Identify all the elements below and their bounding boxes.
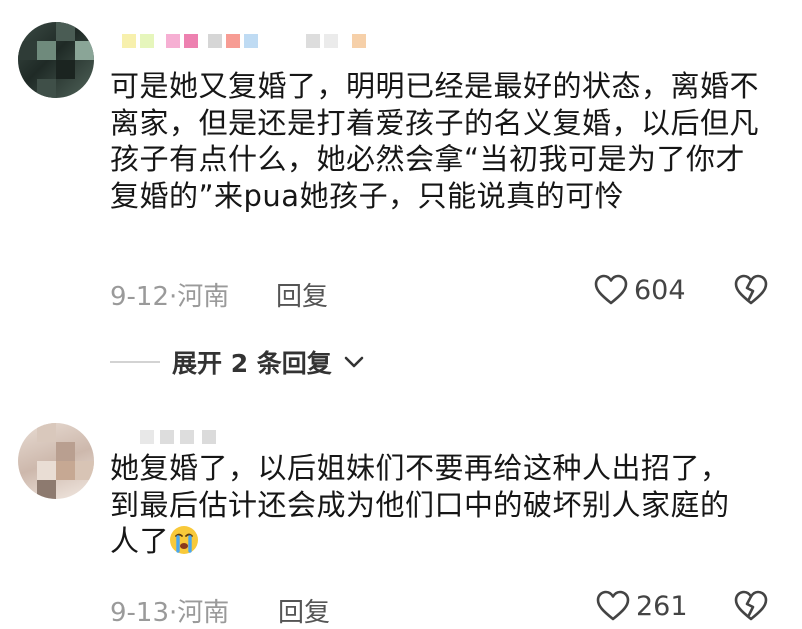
broken-heart-icon <box>734 274 768 305</box>
reply-button[interactable]: 回复 <box>276 276 328 313</box>
like-button[interactable]: 604 <box>594 274 686 306</box>
username-mosaic[interactable] <box>140 430 230 452</box>
comment-text: 可是她又复婚了，明明已经是最好的状态，离婚不离家，但是还是打着爱孩子的名义复婚，… <box>110 69 760 213</box>
heart-icon <box>594 274 628 305</box>
user-avatar[interactable] <box>18 22 94 98</box>
expand-replies-button[interactable]: 展开 2 条回复 <box>110 344 364 380</box>
comment-date-location: 9-13·河南 <box>110 598 230 628</box>
chevron-down-icon <box>344 356 364 368</box>
divider-line <box>110 361 160 363</box>
dislike-button[interactable] <box>734 590 768 622</box>
dislike-button[interactable] <box>734 274 768 306</box>
comment-text-content: 她复婚了，以后姐妹们不要再给这种人出招了，到最后估计还会成为他们口中的破坏别人家… <box>110 451 730 558</box>
reply-button[interactable]: 回复 <box>278 592 330 629</box>
crying-face-emoji <box>170 526 199 554</box>
comment-date-location: 9-12·河南 <box>110 282 230 312</box>
like-button[interactable]: 261 <box>596 590 688 622</box>
expand-replies-label: 展开 2 条回复 <box>172 349 332 378</box>
like-count: 261 <box>636 590 688 622</box>
like-count: 604 <box>634 274 686 306</box>
user-avatar[interactable] <box>18 423 94 499</box>
username-mosaic[interactable] <box>122 34 382 56</box>
comment-text: 她复婚了，以后姐妹们不要再给这种人出招了，到最后估计还会成为他们口中的破坏别人家… <box>110 450 750 560</box>
heart-icon <box>596 590 630 621</box>
broken-heart-icon <box>734 590 768 621</box>
